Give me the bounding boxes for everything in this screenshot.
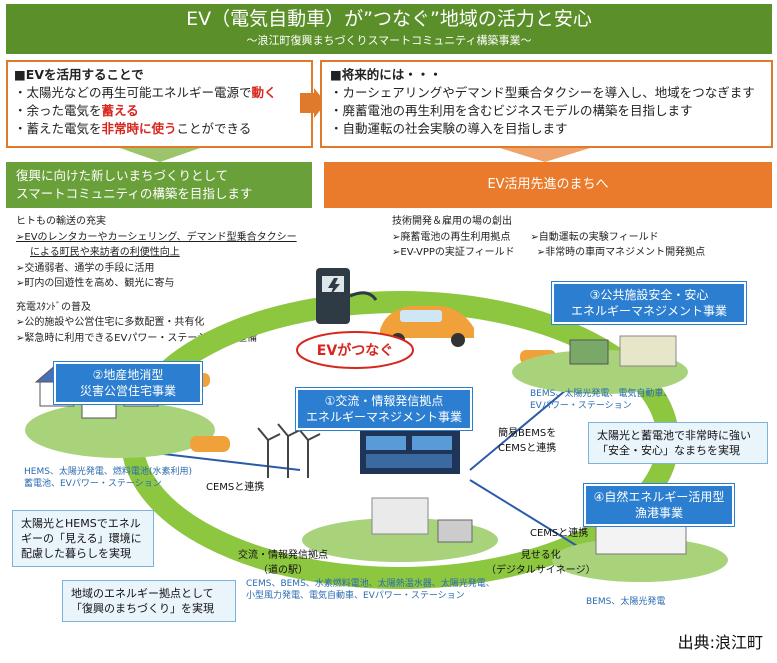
- caption-housing-line1: 太陽光とHEMSでエネル: [21, 517, 141, 530]
- equipment-housing: HEMS、太陽光発電、燃料電池(水素利用) 蓄電池、EVパワー・ステーション: [24, 466, 192, 490]
- project-3-line1: ③公共施設安全・安心: [589, 288, 709, 302]
- wind-turbine-icons: [257, 423, 321, 478]
- caption-hub: 地域のエネルギー拠点として 「復興のまちづくり」を実現: [62, 580, 236, 622]
- bems-link-line1: 簡易BEMSを: [498, 428, 557, 439]
- bems-link-label: 簡易BEMSを CEMSと連携: [498, 424, 556, 454]
- equipment-housing-line2: 蓄電池、EVパワー・ステーション: [24, 479, 162, 489]
- caption-public-line2: 「安全・安心」なまちを実現: [597, 444, 740, 457]
- project-3-line2: エネルギーマネジメント事業: [570, 304, 727, 318]
- project-1-line2: エネルギーマネジメント事業: [305, 410, 462, 424]
- equipment-port: BEMS、太陽光発電: [586, 597, 666, 607]
- project-2-title: ②地産地消型 災害公営住宅事業: [54, 362, 202, 404]
- signage-line1: 見せる化: [520, 550, 561, 561]
- caption-housing-line3: 配慮した暮らしを実現: [21, 547, 131, 560]
- control-room-icon: [360, 430, 460, 474]
- project-4-title: ④自然エネルギー活用型 漁港事業: [584, 484, 734, 526]
- equipment-station: CEMS、BEMS、水素燃料電池、太陽熱温水器、太陽光発電、 小型風力発電、電気…: [246, 578, 495, 602]
- caption-hub-line2: 「復興のまちづくり」を実現: [71, 602, 214, 615]
- caption-housing: 太陽光とHEMSでエネル ギーの「見える」環境に 配慮した暮らしを実現: [12, 510, 154, 567]
- roadside-station-line2: （道の駅）: [258, 565, 308, 576]
- cems-link-right: CEMSと連携: [530, 528, 589, 539]
- equipment-housing-line1: HEMS、太陽光発電、燃料電池(水素利用): [24, 467, 192, 477]
- project-3-title: ③公共施設安全・安心 エネルギーマネジメント事業: [552, 282, 746, 324]
- roadside-station-label: 交流・情報発信拠点 （道の駅）: [238, 546, 328, 576]
- equipment-station-line1: CEMS、BEMS、水素燃料電池、太陽熱温水器、太陽光発電、: [246, 579, 495, 589]
- signage-label: 見せる化 （デジタルサイネージ）: [486, 546, 596, 576]
- source-credit: 出典:浪江町: [677, 633, 763, 652]
- equipment-public-line2: EVパワー・ステーション: [530, 401, 632, 411]
- caption-public: 太陽光と蓄電池で非常時に強い 「安全・安心」なまちを実現: [588, 422, 768, 464]
- caption-hub-line1: 地域のエネルギー拠点として: [71, 587, 214, 600]
- bems-link-line2: CEMSと連携: [498, 443, 557, 454]
- center-label: EVがつなぐ: [316, 343, 394, 359]
- roadside-station-icon: [302, 497, 498, 562]
- project-2-line1: ②地産地消型: [92, 368, 164, 382]
- project-4-line1: ④自然エネルギー活用型: [593, 490, 725, 504]
- equipment-station-line2: 小型風力発電、電気自動車、EVパワー・ステーション: [246, 591, 465, 601]
- caption-housing-line2: ギーの「見える」環境に: [21, 532, 142, 545]
- project-1-title: ①交流・情報発信拠点 エネルギーマネジメント事業: [296, 388, 472, 430]
- signage-line2: （デジタルサイネージ）: [486, 565, 596, 576]
- equipment-public: BEMS、太陽光発電、電気自動車、 EVパワー・ステーション: [530, 388, 672, 412]
- public-facility-icon: [512, 335, 688, 394]
- project-4-line2: 漁港事業: [634, 506, 683, 520]
- equipment-public-line1: BEMS、太陽光発電、電気自動車、: [530, 389, 673, 399]
- cems-link-left: CEMSと連携: [206, 482, 265, 493]
- project-2-line2: 災害公営住宅事業: [79, 384, 176, 398]
- caption-public-line1: 太陽光と蓄電池で非常時に強い: [597, 429, 751, 442]
- project-1-line1: ①交流・情報発信拠点: [324, 394, 444, 408]
- roadside-station-line1: 交流・情報発信拠点: [238, 550, 328, 561]
